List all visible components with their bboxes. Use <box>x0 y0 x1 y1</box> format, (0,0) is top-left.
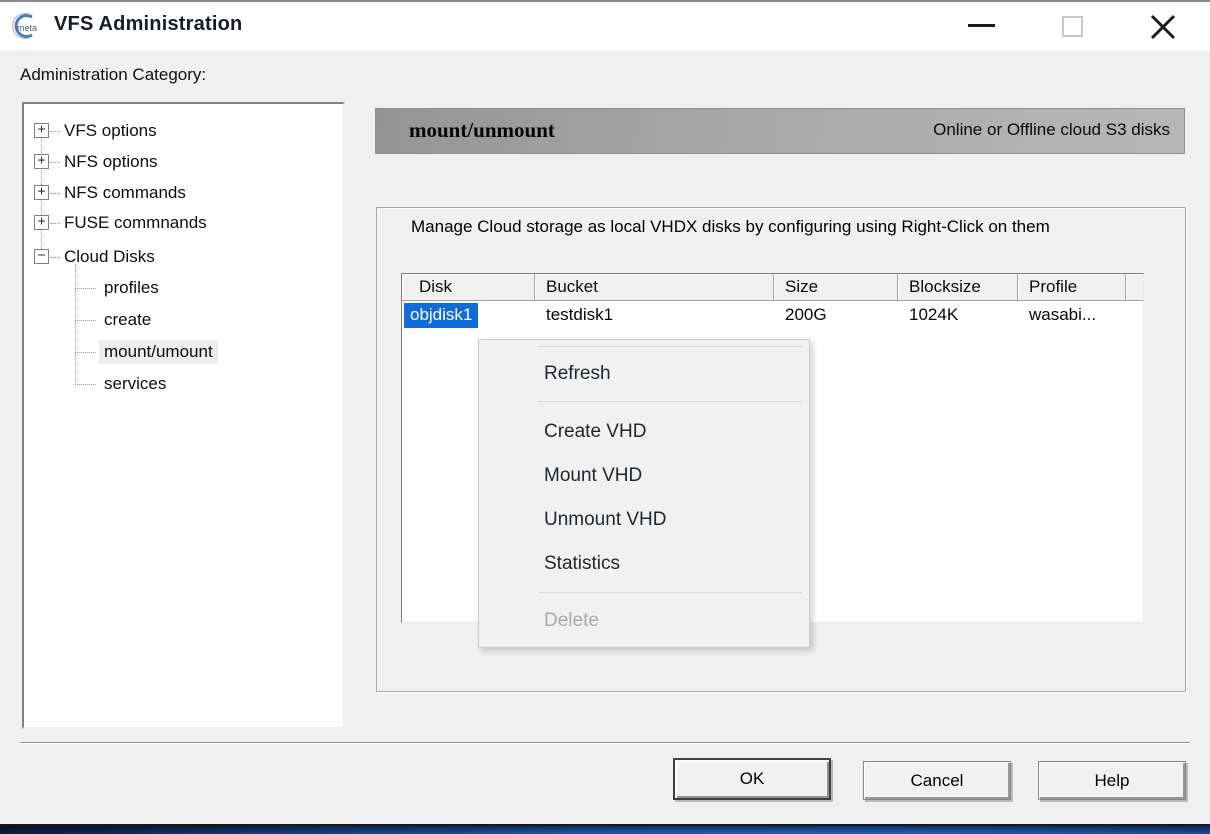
expand-icon[interactable]: + <box>34 185 49 200</box>
minimize-icon <box>968 24 995 27</box>
bucket-cell[interactable]: testdisk1 <box>535 301 774 329</box>
tree-connector-stub <box>50 131 60 132</box>
profile-cell[interactable]: wasabi... <box>1018 301 1126 329</box>
tree-item-label[interactable]: Cloud Disks <box>64 247 155 267</box>
menu-item-create-vhd[interactable]: Create VHD <box>479 410 809 454</box>
tree-connector-stub <box>50 193 60 194</box>
size-cell[interactable]: 200G <box>774 301 898 329</box>
cancel-button[interactable]: Cancel <box>863 761 1011 800</box>
menu-separator <box>538 401 802 402</box>
menu-item-delete-disabled: Delete <box>479 599 809 643</box>
expand-icon[interactable]: + <box>34 215 49 230</box>
menu-item-mount-vhd[interactable]: Mount VHD <box>479 454 809 498</box>
tree-connector-stub <box>50 257 60 258</box>
expand-icon[interactable]: + <box>34 123 49 138</box>
tree-item-label-selected[interactable]: mount/umount <box>99 340 218 364</box>
column-header-filler <box>1126 274 1143 301</box>
panel-description: Manage Cloud storage as local VHDX disks… <box>411 214 1161 240</box>
bottom-taskbar-edge <box>0 824 1210 834</box>
menu-item-refresh[interactable]: Refresh <box>479 351 809 397</box>
close-icon <box>1148 12 1178 42</box>
section-title: mount/unmount <box>409 118 555 143</box>
collapse-icon[interactable]: − <box>34 249 49 264</box>
tree-connector-stub <box>75 288 96 289</box>
tree-item-label[interactable]: create <box>104 310 151 330</box>
blocksize-cell[interactable]: 1024K <box>898 301 1018 329</box>
column-header-blocksize[interactable]: Blocksize <box>898 274 1018 301</box>
menu-item-statistics[interactable]: Statistics <box>479 542 809 586</box>
tree-item-label[interactable]: VFS options <box>64 121 157 141</box>
menu-separator <box>538 592 802 593</box>
selected-disk-cell[interactable]: objdisk1 <box>404 303 478 328</box>
column-header-size[interactable]: Size <box>774 274 898 301</box>
tree-connector-stub <box>75 352 96 353</box>
maximize-icon <box>1062 16 1083 37</box>
table-row[interactable]: objdisk1 testdisk1 200G 1024K wasabi... <box>402 301 1143 329</box>
tree-item-label[interactable]: profiles <box>104 278 159 298</box>
administration-category-tree[interactable]: + VFS options + NFS options + NFS comman… <box>22 102 345 729</box>
help-button[interactable]: Help <box>1038 761 1186 800</box>
svg-text:meta: meta <box>17 23 37 33</box>
menu-separator <box>538 346 802 347</box>
column-header-bucket[interactable]: Bucket <box>535 274 774 301</box>
close-button[interactable] <box>1120 2 1210 50</box>
tree-item-label[interactable]: services <box>104 374 166 394</box>
tree-connector-stub <box>50 162 60 163</box>
menu-item-unmount-vhd[interactable]: Unmount VHD <box>479 498 809 542</box>
column-header-disk[interactable]: Disk <box>402 274 535 301</box>
tree-connector-stub <box>75 384 96 385</box>
column-header-profile[interactable]: Profile <box>1018 274 1126 301</box>
footer-separator <box>20 742 1190 744</box>
administration-category-label: Administration Category: <box>20 65 206 85</box>
tree-item-label[interactable]: NFS commands <box>64 183 186 203</box>
tree-connector-stub <box>50 223 60 224</box>
minimize-button[interactable] <box>936 2 1024 50</box>
maximize-button[interactable] <box>1028 2 1116 50</box>
context-menu: Refresh Create VHD Mount VHD Unmount VHD… <box>478 339 810 648</box>
section-subtitle: Online or Offline cloud S3 disks <box>933 120 1170 140</box>
titlebar[interactable]: meta VFS Administration <box>0 2 1210 50</box>
expand-icon[interactable]: + <box>34 154 49 169</box>
vfs-administration-window: meta VFS Administration Administration C… <box>0 0 1210 834</box>
ok-button[interactable]: OK <box>673 758 831 800</box>
tree-item-label[interactable]: FUSE commnands <box>64 213 207 233</box>
meta-logo-icon: meta <box>10 11 40 41</box>
window-title: VFS Administration <box>54 13 242 36</box>
tree-connector-stub <box>75 320 96 321</box>
tree-connector-line <box>75 264 76 384</box>
tree-item-label[interactable]: NFS options <box>64 152 158 172</box>
section-header-band: mount/unmount Online or Offline cloud S3… <box>375 108 1185 154</box>
table-header-row: Disk Bucket Size Blocksize Profile <box>402 274 1143 301</box>
